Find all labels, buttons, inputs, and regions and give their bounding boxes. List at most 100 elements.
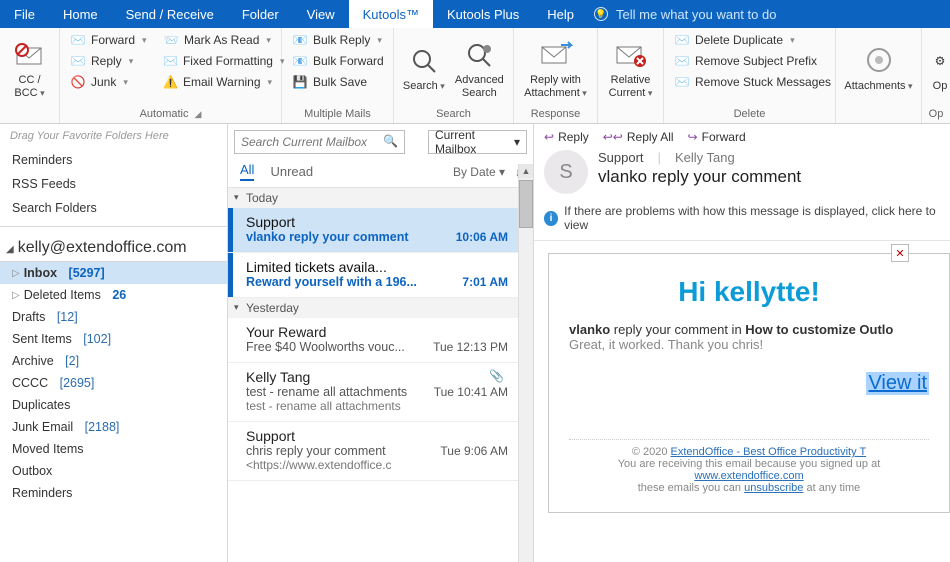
footer-site-link[interactable]: www.extendoffice.com [694,470,803,482]
group-search-label: Search [400,107,507,123]
folder-moved[interactable]: Moved Items [0,438,227,460]
group-today[interactable]: Today [228,188,518,208]
message-time: Tue 12:13 PM [433,340,508,354]
delete-duplicate-label: Delete Duplicate [695,33,783,47]
relative-current-button[interactable]: Relative Current [604,30,657,107]
folder-duplicates[interactable]: Duplicates [0,394,227,416]
menu-file[interactable]: File [0,0,49,28]
fixed-formatting-button[interactable]: ✉️Fixed Formatting [159,51,275,71]
account-header[interactable]: ◢kelly@extendoffice.com [0,233,227,262]
message-item[interactable]: Your Reward Free $40 Woolworths vouc...T… [228,318,518,363]
message-item[interactable]: Support vlanko reply your comment10:06 A… [228,208,518,253]
comment-text: Great, it worked. Thank you chris! [569,337,929,352]
remove-stuck-button[interactable]: ✉️Remove Stuck Messages [670,72,835,92]
envelope-gear-icon: ✉️ [163,53,178,69]
folder-archive[interactable]: Archive [2] [0,350,227,372]
bulk-reply-button[interactable]: 📧Bulk Reply [288,30,388,50]
folder-label: Deleted Items [24,288,101,302]
folder-outbox[interactable]: Outbox [0,460,227,482]
message-time: Tue 9:06 AM [440,444,508,458]
envelope-prohibit-icon [13,38,47,72]
commenter-name: vlanko [569,322,610,337]
message-item[interactable]: Limited tickets availa... Reward yoursel… [228,253,518,298]
auto-forward-button[interactable]: ✉️Forward [66,30,155,50]
menu-kutools[interactable]: Kutools™ [349,0,433,28]
folder-junk[interactable]: Junk Email [2188] [0,416,227,438]
search-icon[interactable]: 🔍 [383,134,398,158]
sort-bydate[interactable]: By Date ▾ [453,165,505,179]
tell-me[interactable]: 💡 Tell me what you want to do [594,0,776,28]
reading-pane: ↩Reply ↩↩Reply All ↪Forward S Support|Ke… [534,124,950,562]
folder-count: [2188] [85,420,120,434]
footer-brand-link[interactable]: ExtendOffice - Best Office Productivity … [671,446,867,458]
folder-drafts[interactable]: Drafts [12] [0,306,227,328]
menu-send-receive[interactable]: Send / Receive [112,0,228,28]
scroll-up-icon[interactable]: ▲ [519,164,533,178]
paperclip-icon [862,44,896,78]
automatic-dialog-launcher[interactable]: ◢ [195,109,202,119]
filter-all[interactable]: All [240,162,254,181]
message-time: 7:01 AM [462,275,508,289]
delete-duplicate-button[interactable]: ✉️Delete Duplicate [670,30,835,50]
blocked-image-icon[interactable]: ✕ [891,244,909,262]
search-input[interactable] [234,130,405,154]
menu-help[interactable]: Help [533,0,588,28]
bulk-save-button[interactable]: 💾Bulk Save [288,72,388,92]
email-warning-button[interactable]: ⚠️Email Warning [159,72,275,92]
options-button[interactable]: ⚙ Op [928,30,950,107]
message-from: Support [246,428,508,444]
reply-with-attachment-button[interactable]: Reply with Attachment [520,30,591,107]
fav-search-folders[interactable]: Search Folders [0,196,227,220]
folder-reminders2[interactable]: Reminders [0,482,227,504]
junk-icon: 🚫 [70,74,86,90]
advanced-search-button[interactable]: Advanced Search [452,30,507,107]
attachments-button[interactable]: Attachments [842,30,915,107]
menu-home[interactable]: Home [49,0,112,28]
folder-label: Drafts [12,310,45,324]
fav-rss[interactable]: RSS Feeds [0,172,227,196]
recipient-name[interactable]: Kelly Tang [675,150,735,165]
folder-sent[interactable]: Sent Items [102] [0,328,227,350]
options-label: Op [933,80,948,93]
remove-subject-prefix-button[interactable]: ✉️Remove Subject Prefix [670,51,835,71]
ccbcc-label: CC / BCC [8,74,51,99]
info-bar[interactable]: i If there are problems with how this me… [534,202,950,241]
message-time: 10:06 AM [456,230,508,244]
mark-as-read-button[interactable]: 📨Mark As Read [159,30,275,50]
group-yesterday[interactable]: Yesterday [228,298,518,318]
menu-folder[interactable]: Folder [228,0,293,28]
menu-kutools-plus[interactable]: Kutools Plus [433,0,533,28]
search-button[interactable]: Search [400,30,448,107]
menu-view[interactable]: View [293,0,349,28]
view-it-link[interactable]: View it [866,372,929,395]
unsubscribe-link[interactable]: unsubscribe [744,482,803,494]
auto-reply-button[interactable]: ✉️Reply [66,51,155,71]
scroll-thumb[interactable] [519,180,533,228]
search-label: Search [403,80,445,93]
fav-reminders[interactable]: Reminders [0,148,227,172]
sender-name[interactable]: Support [598,150,644,165]
search-scope-dropdown[interactable]: Current Mailbox▾ [428,130,527,154]
folder-cccc[interactable]: CCCC [2695] [0,372,227,394]
chevron-down-icon: ▾ [499,165,505,179]
caret-icon: ▷ [12,290,20,301]
message-list-scrollbar[interactable]: ▲ [518,164,533,562]
folder-deleted[interactable]: ▷Deleted Items 26 [0,284,227,306]
message-item[interactable]: Support chris reply your commentTue 9:06… [228,422,518,481]
auto-junk-button[interactable]: 🚫Junk [66,72,155,92]
relative-current-label: Relative Current [609,74,653,99]
filter-unread[interactable]: Unread [270,164,313,179]
bulk-forward-button[interactable]: 📧Bulk Forward [288,51,388,71]
folder-inbox[interactable]: ▷Inbox [5297] [0,262,227,284]
folder-count: [5297] [69,266,105,280]
lightbulb-icon: 💡 [594,7,608,21]
footer-text: © 2020 [632,446,671,458]
reply-button[interactable]: ↩Reply [544,130,589,144]
menu-bar: File Home Send / Receive Folder View Kut… [0,0,950,28]
folder-label: Inbox [24,266,57,280]
reply-all-button[interactable]: ↩↩Reply All [603,130,674,144]
ccbcc-button[interactable]: CC / BCC [6,30,53,107]
forward-button[interactable]: ↪Forward [688,130,746,144]
magnifier-gear-icon [462,38,496,72]
message-item[interactable]: 📎 Kelly Tang test - rename all attachmen… [228,363,518,422]
